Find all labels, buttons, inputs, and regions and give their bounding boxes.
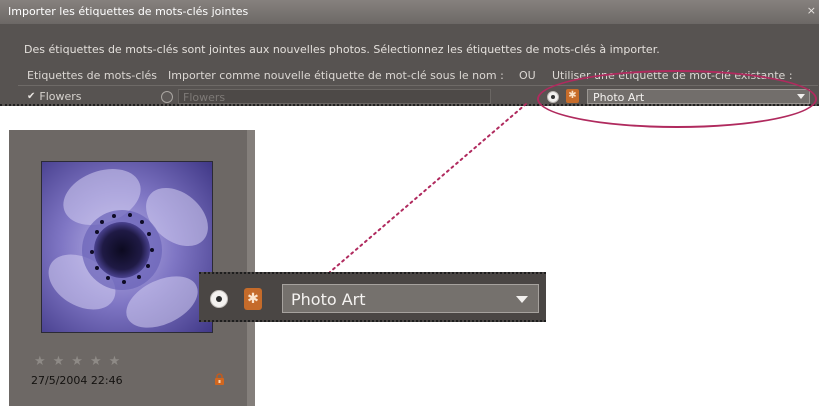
zoomed-existing-tag-control: ✱ Photo Art <box>199 272 546 322</box>
zoom-connector-line <box>329 103 527 273</box>
radio-use-existing-zoomed[interactable] <box>210 290 228 308</box>
existing-tag-value-zoomed: Photo Art <box>291 290 366 309</box>
chevron-down-icon <box>516 296 528 303</box>
existing-tag-select-zoomed[interactable]: Photo Art <box>282 284 539 313</box>
keyword-tag-icon: ✱ <box>244 288 262 310</box>
